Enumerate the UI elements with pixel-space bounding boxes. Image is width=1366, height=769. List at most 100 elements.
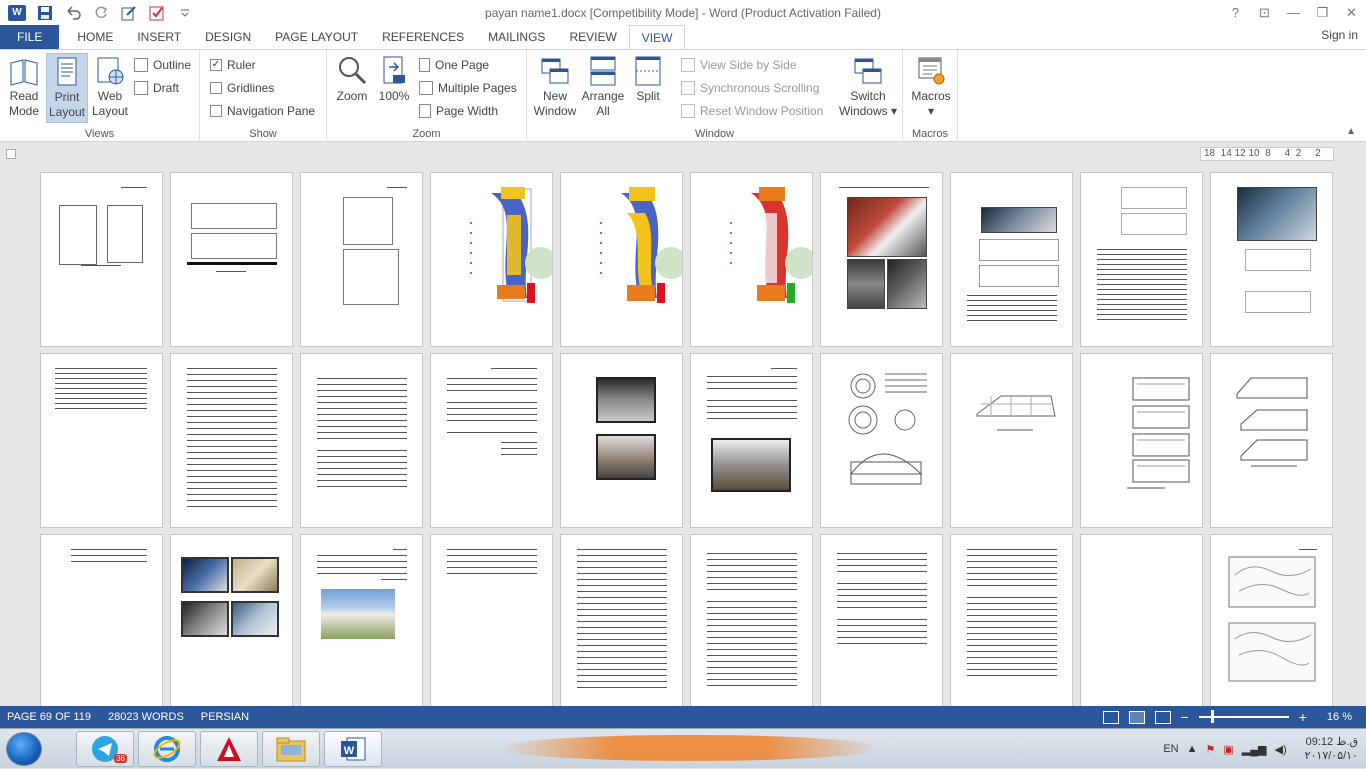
tab-references[interactable]: REFERENCES (370, 25, 476, 49)
page-thumbnail[interactable] (430, 172, 553, 347)
synchronous-scrolling-button[interactable]: Synchronous Scrolling (681, 78, 819, 98)
gridlines-checkbox[interactable]: Gridlines (210, 78, 274, 98)
page-thumbnail[interactable] (170, 172, 293, 347)
tab-view[interactable]: VIEW (628, 25, 686, 50)
clock[interactable]: 09:12 ق.ظ ۲۰۱۷/۰۵/۱۰ (1305, 735, 1358, 763)
print-layout-view-icon[interactable] (1128, 710, 1145, 724)
zoom-out-button[interactable]: − (1181, 709, 1189, 725)
power-icon[interactable]: ▣ (1223, 743, 1233, 756)
file-explorer-taskbar-button[interactable] (262, 731, 320, 767)
page-thumbnail[interactable] (300, 353, 423, 528)
tab-insert[interactable]: INSERT (125, 25, 193, 49)
page-thumbnail[interactable] (1210, 172, 1333, 347)
page-thumbnail[interactable] (1080, 353, 1203, 528)
print-layout-button[interactable]: Print Layout (46, 53, 88, 123)
network-icon[interactable]: ▂▄▆ (1242, 743, 1267, 756)
page-thumbnail[interactable] (1210, 534, 1333, 706)
page-thumbnail[interactable] (560, 172, 683, 347)
ruler-checkbox[interactable]: ✓ Ruler (210, 55, 256, 75)
view-side-by-side-button[interactable]: View Side by Side (681, 55, 797, 75)
save-icon[interactable] (34, 3, 56, 23)
zoom-slider[interactable] (1198, 710, 1289, 723)
minimize-button[interactable]: — (1279, 0, 1308, 25)
macros-button[interactable]: Macros ▾ (908, 53, 954, 123)
page-thumbnail[interactable] (690, 353, 813, 528)
language-indicator[interactable]: PERSIAN (201, 711, 249, 723)
autocad-taskbar-button[interactable] (200, 731, 258, 767)
reset-window-position-button[interactable]: Reset Window Position (681, 101, 823, 121)
arrange-all-button[interactable]: Arrange All (581, 53, 625, 123)
page-thumbnail[interactable] (820, 353, 943, 528)
page-count[interactable]: PAGE 69 OF 119 (7, 711, 91, 723)
web-layout-view-icon[interactable] (1154, 710, 1171, 724)
page-width-button[interactable]: Page Width (419, 101, 498, 121)
page-thumbnail[interactable] (40, 534, 163, 706)
tab-file[interactable]: FILE (0, 25, 60, 49)
page-thumbnail[interactable] (300, 172, 423, 347)
page-thumbnail[interactable] (430, 534, 553, 706)
start-button-icon[interactable] (6, 732, 42, 766)
read-mode-view-icon[interactable] (1102, 710, 1119, 724)
ribbon-display-options-button[interactable]: ⊡ (1250, 0, 1279, 25)
zoom-slider-thumb[interactable] (1210, 710, 1214, 723)
page-thumbnail[interactable] (690, 534, 813, 706)
volume-icon[interactable]: ◀) (1274, 743, 1286, 756)
horizontal-ruler[interactable]: 18 14 12 10 8 4 2 2 (1200, 147, 1334, 161)
page-thumbnail[interactable] (820, 172, 943, 347)
tab-review[interactable]: REVIEW (557, 25, 628, 49)
zoom-percentage[interactable]: 16 % (1327, 711, 1352, 723)
page-thumbnail[interactable] (40, 172, 163, 347)
word-count[interactable]: 28023 WORDS (108, 711, 184, 723)
tab-selector-icon[interactable] (6, 149, 16, 159)
page-thumbnail[interactable] (560, 353, 683, 528)
tab-home[interactable]: HOME (65, 25, 125, 49)
help-button[interactable]: ? (1221, 0, 1250, 25)
language-bar[interactable]: EN (1163, 743, 1178, 755)
page-thumbnail[interactable] (950, 353, 1073, 528)
zoom-in-button[interactable]: + (1299, 709, 1307, 725)
page-thumbnail[interactable] (430, 353, 553, 528)
internet-explorer-taskbar-button[interactable] (138, 731, 196, 767)
page-thumbnail[interactable] (690, 172, 813, 347)
page-thumbnail[interactable] (170, 353, 293, 528)
page-thumbnail[interactable] (820, 534, 943, 706)
page-thumbnail[interactable] (1210, 353, 1333, 528)
web-layout-button[interactable]: Web Layout (90, 53, 130, 123)
new-window-button[interactable]: New Window (533, 53, 577, 123)
word-app-icon[interactable]: W (6, 3, 28, 23)
page-thumbnail[interactable] (1080, 534, 1203, 706)
flag-alert-icon[interactable]: ⚑ (1205, 743, 1215, 756)
show-hidden-icons-icon[interactable]: ▲ (1187, 743, 1198, 755)
tab-page-layout[interactable]: PAGE LAYOUT (263, 25, 370, 49)
undo-icon[interactable] (62, 3, 84, 23)
redo-icon[interactable] (90, 3, 112, 23)
customize-toolbar-icon[interactable] (174, 3, 196, 23)
track-changes-icon[interactable] (146, 3, 168, 23)
outline-button[interactable]: Outline (134, 55, 191, 75)
one-page-button[interactable]: One Page (419, 55, 489, 75)
close-button[interactable]: ✕ (1337, 0, 1366, 25)
document-area[interactable] (0, 165, 1366, 706)
page-thumbnail[interactable] (300, 534, 423, 706)
switch-windows-button[interactable]: Switch Windows ▾ (837, 53, 899, 123)
page-thumbnail[interactable] (950, 534, 1073, 706)
page-thumbnail[interactable] (170, 534, 293, 706)
sign-in-link[interactable]: Sign in (1321, 28, 1358, 42)
tab-design[interactable]: DESIGN (193, 25, 263, 49)
page-thumbnail[interactable] (560, 534, 683, 706)
word-taskbar-button[interactable]: W (324, 731, 382, 767)
page-thumbnail[interactable] (950, 172, 1073, 347)
page-thumbnail[interactable] (1080, 172, 1203, 347)
page-thumbnail[interactable] (40, 353, 163, 528)
telegram-taskbar-button[interactable]: 36 (76, 731, 134, 767)
split-button[interactable]: Split (629, 53, 667, 123)
tab-mailings[interactable]: MAILINGS (476, 25, 557, 49)
zoom-100-button[interactable]: 100% (375, 53, 413, 123)
multiple-pages-button[interactable]: Multiple Pages (419, 78, 517, 98)
edit-document-icon[interactable] (118, 3, 140, 23)
navigation-pane-checkbox[interactable]: Navigation Pane (210, 101, 315, 121)
restore-button[interactable]: ❐ (1308, 0, 1337, 25)
zoom-button[interactable]: Zoom (333, 53, 371, 123)
draft-button[interactable]: Draft (134, 78, 179, 98)
read-mode-button[interactable]: Read Mode (4, 53, 44, 123)
